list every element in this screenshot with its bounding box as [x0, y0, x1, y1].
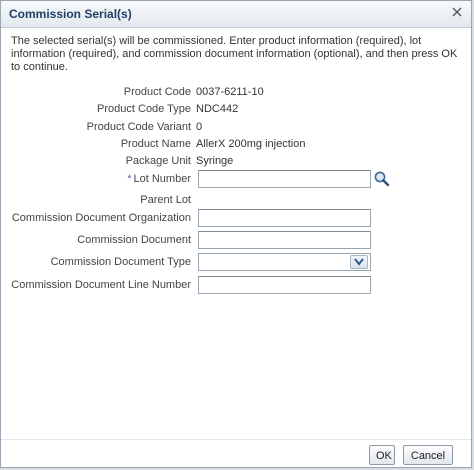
commission-document-line-number-label: Commission Document Line Number [11, 279, 191, 291]
product-name-label: Product Name [120, 138, 191, 150]
product-code-type-label: Product Code Type [97, 103, 191, 115]
ok-button[interactable]: OK [369, 445, 395, 465]
product-code-variant-label: Product Code Variant [86, 121, 191, 133]
commission-serials-dialog: Commission Serial(s) The selected serial… [0, 0, 472, 468]
cancel-button[interactable]: Cancel [403, 445, 453, 465]
commission-document-type-select[interactable] [198, 253, 371, 271]
dialog-titlebar: Commission Serial(s) [1, 1, 471, 28]
product-code-value: 0037-6211-10 [196, 86, 264, 98]
commission-document-type-row: Commission Document Type [1, 253, 471, 273]
commission-document-row: Commission Document [1, 231, 471, 251]
close-icon[interactable] [451, 7, 463, 19]
commission-document-type-label: Commission Document Type [50, 256, 191, 268]
lot-number-row: * Lot Number [1, 170, 471, 190]
lot-number-label: * Lot Number [127, 173, 191, 185]
parent-lot-label: Parent Lot [140, 194, 191, 206]
lot-number-label-text: Lot Number [133, 173, 191, 185]
package-unit-label: Package Unit [125, 155, 191, 167]
product-code-type-value: NDC442 [196, 103, 239, 115]
package-unit-row: Package Unit Syringe [1, 152, 471, 172]
product-name-value: AllerX 200mg injection [196, 138, 306, 150]
product-code-variant-value: 0 [196, 121, 203, 133]
commission-document-organization-row: Commission Document Organization [1, 209, 471, 229]
chevron-down-icon[interactable] [350, 255, 368, 269]
footer-divider [1, 439, 471, 440]
product-code-label: Product Code [123, 86, 191, 98]
commission-document-line-number-row: Commission Document Line Number [1, 276, 471, 296]
dialog-instructions: The selected serial(s) will be commissio… [11, 35, 458, 73]
commission-document-organization-input[interactable] [198, 209, 371, 227]
dialog-title: Commission Serial(s) [9, 7, 132, 21]
commission-document-input[interactable] [198, 231, 371, 249]
commission-document-organization-label: Commission Document Organization [11, 212, 191, 224]
lot-number-input[interactable] [198, 170, 371, 188]
parent-lot-row: Parent Lot [1, 191, 471, 211]
search-icon[interactable] [373, 170, 391, 188]
package-unit-value: Syringe [196, 155, 234, 167]
commission-document-label: Commission Document [77, 234, 191, 246]
commission-document-line-number-input[interactable] [198, 276, 371, 294]
required-marker: * [127, 173, 132, 185]
product-code-type-row: Product Code Type NDC442 [1, 100, 471, 120]
